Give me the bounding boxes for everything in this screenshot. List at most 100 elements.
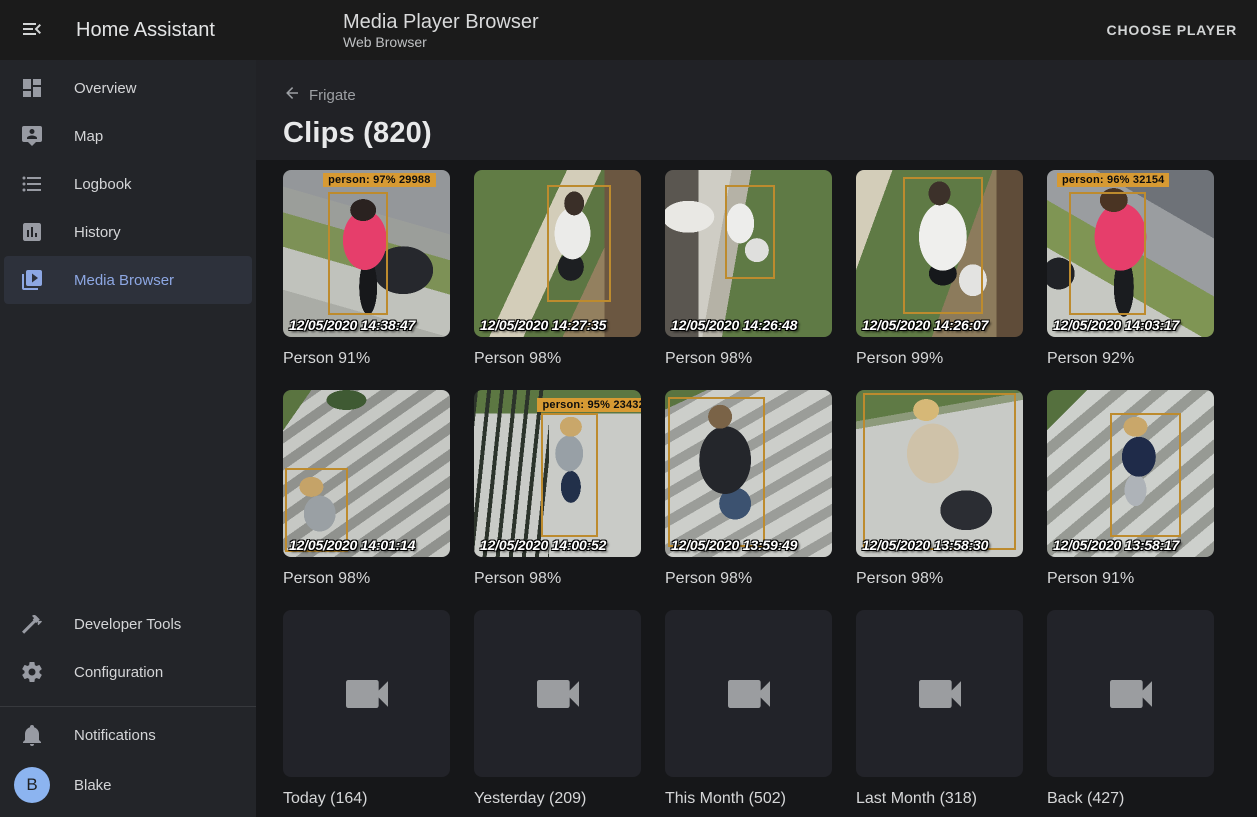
folder-thumbnail	[1047, 610, 1214, 777]
sidebar-item-configuration[interactable]: Configuration	[4, 648, 252, 696]
grid-wrap: person: 97% 29988 12/05/2020 14:38:47 Pers…	[256, 160, 1257, 817]
hammer-icon	[20, 612, 44, 636]
sidebar-divider	[0, 706, 256, 707]
cog-icon	[20, 660, 44, 684]
sidebar-item-history[interactable]: History	[4, 208, 252, 256]
sidebar-spacer	[0, 304, 256, 600]
folder-card[interactable]: Last Month (318)	[856, 610, 1023, 808]
detection-bounding-box	[547, 185, 610, 302]
view-dashboard-icon	[20, 76, 44, 100]
folder-card[interactable]: Back (427)	[1047, 610, 1214, 808]
folder-caption: Last Month (318)	[856, 789, 1023, 808]
timestamp-overlay: 12/05/2020 13:58:30	[862, 537, 988, 553]
clip-thumbnail: person: 97% 29988 12/05/2020 14:38:47	[283, 170, 450, 337]
sidebar-item-label: Map	[74, 128, 103, 145]
topbar-left: Home Assistant	[0, 6, 256, 54]
folder-caption: Yesterday (209)	[474, 789, 641, 808]
sidebar-item-developer-tools[interactable]: Developer Tools	[4, 600, 252, 648]
sidebar-item-label: Overview	[74, 80, 137, 97]
video-icon	[1103, 666, 1159, 722]
sidebar-item-logbook[interactable]: Logbook	[4, 160, 252, 208]
folder-card[interactable]: Today (164)	[283, 610, 450, 808]
media-header: Media Player Browser Web Browser	[343, 10, 539, 51]
clip-card[interactable]: 12/05/2020 14:26:48Person 98%	[665, 170, 832, 368]
sidebar-item-label: History	[74, 224, 121, 241]
page-subtitle: Web Browser	[343, 34, 539, 51]
clip-card[interactable]: 12/05/2020 13:58:30 Person 98%	[856, 390, 1023, 588]
app-shell: Overview Map Logbook History Media Browser D…	[0, 60, 1257, 817]
folder-caption: Back (427)	[1047, 789, 1214, 808]
choose-player-button[interactable]: CHOOSE PLAYER	[1099, 12, 1245, 48]
page-heading: Clips (820)	[283, 117, 1257, 150]
timestamp-overlay: 12/05/2020 14:26:07	[862, 317, 988, 333]
clip-card[interactable]: 12/05/2020 13:58:17Person 91%	[1047, 390, 1214, 588]
detection-bounding-box	[1110, 413, 1180, 537]
main-content: Frigate Clips (820) person: 97% 29988 12/…	[256, 60, 1257, 817]
sidebar-item-media-browser[interactable]: Media Browser	[4, 256, 252, 304]
sidebar-tool-items: Developer Tools Configuration	[0, 600, 256, 696]
clip-thumbnail: 12/05/2020 14:26:48	[665, 170, 832, 337]
format-list-bulleted-icon	[20, 172, 44, 196]
clip-caption: Person 98%	[665, 569, 832, 588]
top-bar: Home Assistant Media Player Browser Web …	[0, 0, 1257, 60]
timestamp-overlay: 12/05/2020 14:01:14	[289, 537, 415, 553]
sidebar-item-label: Developer Tools	[74, 616, 181, 633]
clip-caption: Person 98%	[856, 569, 1023, 588]
content-header: Frigate Clips (820)	[256, 60, 1257, 160]
folder-thumbnail	[283, 610, 450, 777]
video-icon	[721, 666, 777, 722]
breadcrumb-label: Frigate	[309, 87, 356, 104]
clip-caption: Person 98%	[474, 569, 641, 588]
clip-card[interactable]: person: 95% 23432 12/05/2020 14:00:52 Pers…	[474, 390, 641, 588]
clip-thumbnail: person: 95% 23432 12/05/2020 14:00:52	[474, 390, 641, 557]
sidebar-item-map[interactable]: Map	[4, 112, 252, 160]
detection-label: person: 96% 32154	[1057, 173, 1169, 187]
clip-card[interactable]: 12/05/2020 14:26:07Person 99%	[856, 170, 1023, 368]
home-assistant-app: Home Assistant Media Player Browser Web …	[0, 0, 1257, 817]
detection-label: person: 97% 29988	[323, 173, 435, 187]
clip-card[interactable]: person: 96% 32154 12/05/2020 14:03:17 Pers…	[1047, 170, 1214, 368]
sidebar-main-items: Overview Map Logbook History Media Browser	[0, 64, 256, 304]
clip-caption: Person 92%	[1047, 349, 1214, 368]
breadcrumb-back-link[interactable]: Frigate	[283, 84, 356, 106]
video-icon	[339, 666, 395, 722]
clip-caption: Person 98%	[474, 349, 641, 368]
detection-bounding-box	[863, 393, 1017, 550]
video-icon	[530, 666, 586, 722]
chart-box-icon	[20, 220, 44, 244]
app-title: Home Assistant	[76, 19, 215, 42]
sidebar: Overview Map Logbook History Media Browser D…	[0, 60, 256, 817]
sidebar-item-label: Logbook	[74, 176, 132, 193]
sidebar-item-profile[interactable]: B Blake	[4, 759, 252, 811]
folder-card[interactable]: Yesterday (209)	[474, 610, 641, 808]
sidebar-item-notifications[interactable]: Notifications	[4, 711, 252, 759]
clip-thumbnail: person: 96% 32154 12/05/2020 14:03:17	[1047, 170, 1214, 337]
timestamp-overlay: 12/05/2020 13:58:17	[1053, 537, 1179, 553]
bell-icon	[20, 723, 44, 747]
play-box-multiple-icon	[20, 268, 44, 292]
folder-caption: Today (164)	[283, 789, 450, 808]
sidebar-item-overview[interactable]: Overview	[4, 64, 252, 112]
timestamp-overlay: 12/05/2020 14:27:35	[480, 317, 606, 333]
sidebar-item-label: Media Browser	[74, 272, 174, 289]
avatar: B	[14, 767, 50, 803]
clip-card[interactable]: 12/05/2020 13:59:49 Person 98%	[665, 390, 832, 588]
clip-thumbnail: 12/05/2020 13:59:49	[665, 390, 832, 557]
clip-card[interactable]: person: 97% 2998812/05/2020 14:38:47Pers…	[283, 170, 450, 368]
timestamp-overlay: 12/05/2020 14:00:52	[480, 537, 606, 553]
clip-card[interactable]: 12/05/2020 14:27:35 Person 98%	[474, 170, 641, 368]
clip-thumbnail: 12/05/2020 14:01:14	[283, 390, 450, 557]
arrow-left-icon	[283, 84, 301, 106]
timestamp-overlay: 12/05/2020 14:03:17	[1053, 317, 1179, 333]
folder-caption: This Month (502)	[665, 789, 832, 808]
detection-bounding-box	[903, 177, 983, 314]
detection-label: person: 95% 23432	[537, 398, 641, 412]
folder-card[interactable]: This Month (502)	[665, 610, 832, 808]
sidebar-toggle-button[interactable]	[8, 6, 56, 54]
clip-card[interactable]: 12/05/2020 14:01:14Person 98%	[283, 390, 450, 588]
timestamp-overlay: 12/05/2020 14:38:47	[289, 317, 415, 333]
video-icon	[912, 666, 968, 722]
detection-bounding-box	[328, 192, 388, 316]
clip-thumbnail: 12/05/2020 14:26:07	[856, 170, 1023, 337]
sidebar-item-label: Notifications	[74, 727, 156, 744]
